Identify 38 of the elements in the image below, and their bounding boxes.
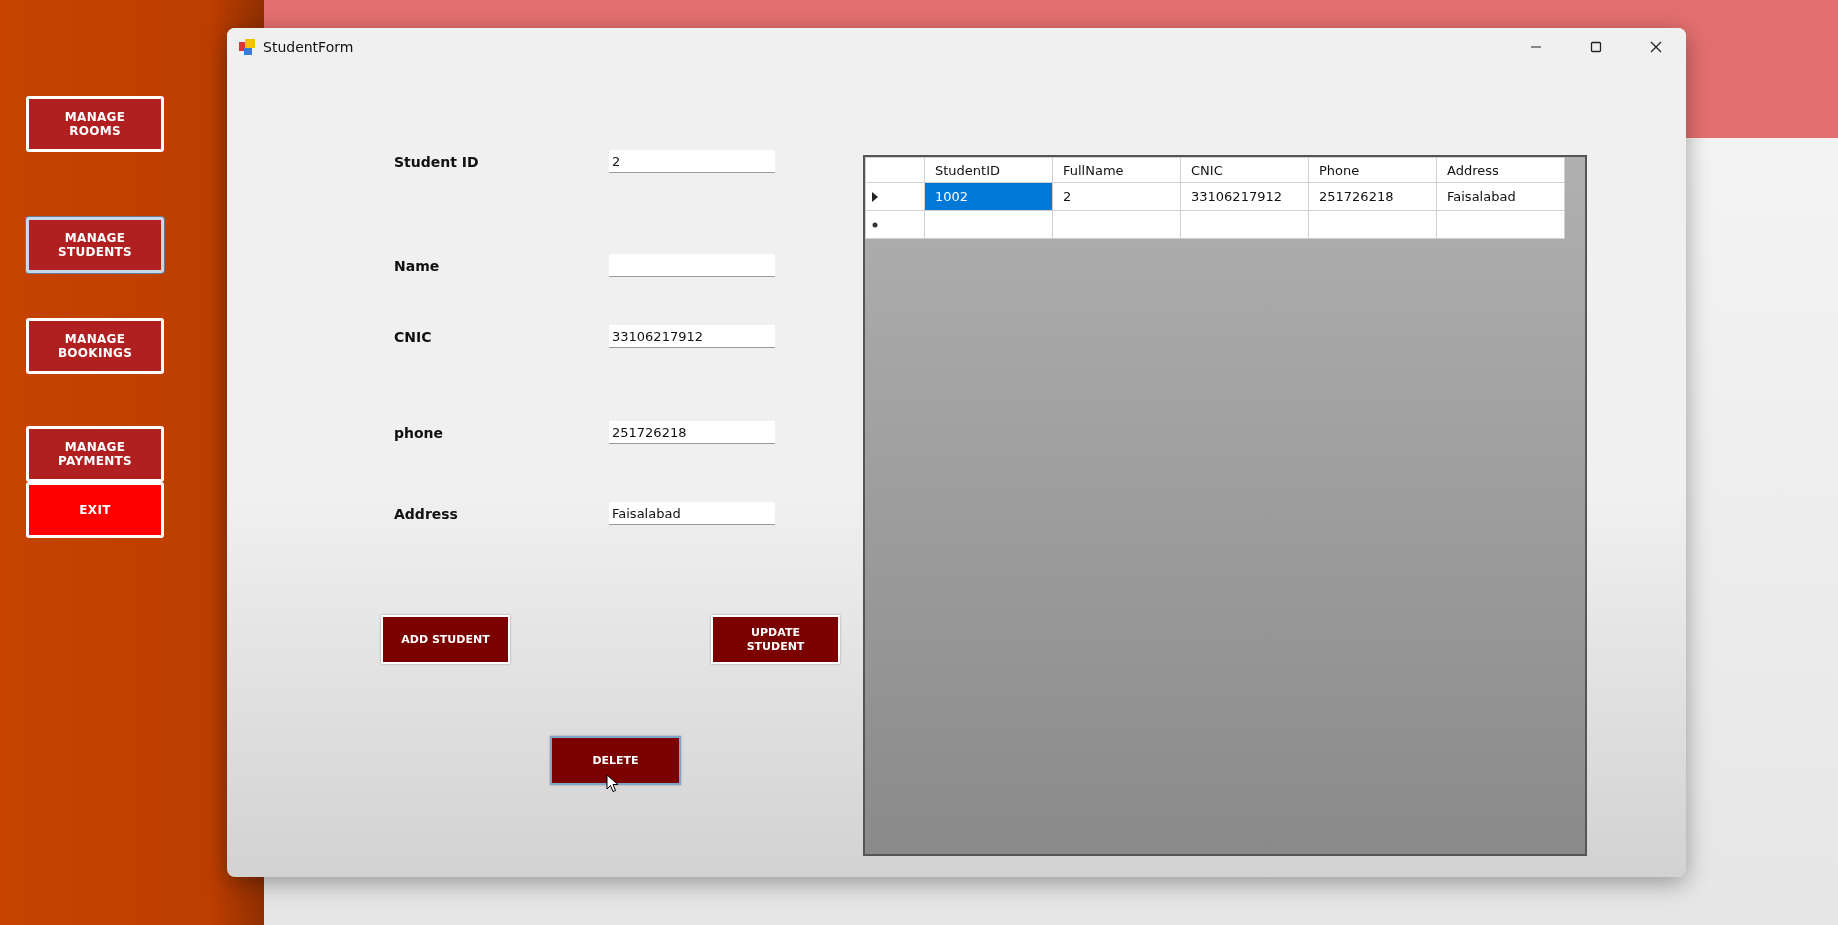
cursor-icon bbox=[606, 774, 619, 793]
field-label: phone bbox=[394, 424, 445, 441]
field-label: CNIC bbox=[394, 328, 433, 345]
action-button[interactable]: DELETE bbox=[550, 736, 681, 785]
field-label: Name bbox=[394, 257, 441, 274]
column-header[interactable]: CNIC bbox=[1180, 157, 1309, 183]
input-field[interactable]: 2 bbox=[609, 150, 775, 173]
table-cell[interactable]: Faisalabad bbox=[1436, 182, 1565, 211]
sidebar-button[interactable]: EXIT bbox=[26, 482, 164, 538]
column-header[interactable]: Address bbox=[1436, 157, 1565, 183]
action-button[interactable]: UPDATE STUDENT bbox=[711, 615, 840, 664]
row-header[interactable] bbox=[865, 182, 925, 211]
maximize-icon[interactable] bbox=[1590, 40, 1602, 53]
current-row-icon bbox=[872, 191, 878, 202]
input-field[interactable] bbox=[609, 254, 775, 277]
sidebar-button[interactable]: MANAGE ROOMS bbox=[26, 96, 164, 152]
field-label: Student ID bbox=[394, 153, 480, 170]
table-cell[interactable]: 33106217912 bbox=[1180, 182, 1309, 211]
close-icon[interactable] bbox=[1650, 40, 1662, 53]
sidebar-button[interactable]: MANAGE PAYMENTS bbox=[26, 426, 164, 482]
field-label: Address bbox=[394, 505, 459, 522]
table-cell[interactable]: 1002 bbox=[924, 182, 1053, 211]
column-header[interactable]: Phone bbox=[1308, 157, 1437, 183]
column-header[interactable]: FullName bbox=[1052, 157, 1181, 183]
input-field[interactable]: 33106217912 bbox=[609, 325, 775, 348]
app-icon bbox=[239, 38, 255, 55]
input-field[interactable]: Faisalabad bbox=[609, 502, 775, 525]
new-row-icon bbox=[872, 221, 878, 228]
table-cell[interactable]: 251726218 bbox=[1308, 182, 1437, 211]
sidebar-button[interactable]: MANAGE STUDENTS bbox=[26, 217, 164, 273]
sidebar-button[interactable]: MANAGE BOOKINGS bbox=[26, 318, 164, 374]
table-cell[interactable]: 2 bbox=[1052, 182, 1181, 211]
window-title: StudentForm bbox=[263, 38, 355, 55]
corner-header bbox=[865, 157, 925, 183]
input-field[interactable]: 251726218 bbox=[609, 421, 775, 444]
action-button[interactable]: ADD STUDENT bbox=[381, 615, 510, 664]
column-header[interactable]: StudentID bbox=[924, 157, 1053, 183]
row-header[interactable] bbox=[865, 210, 925, 239]
